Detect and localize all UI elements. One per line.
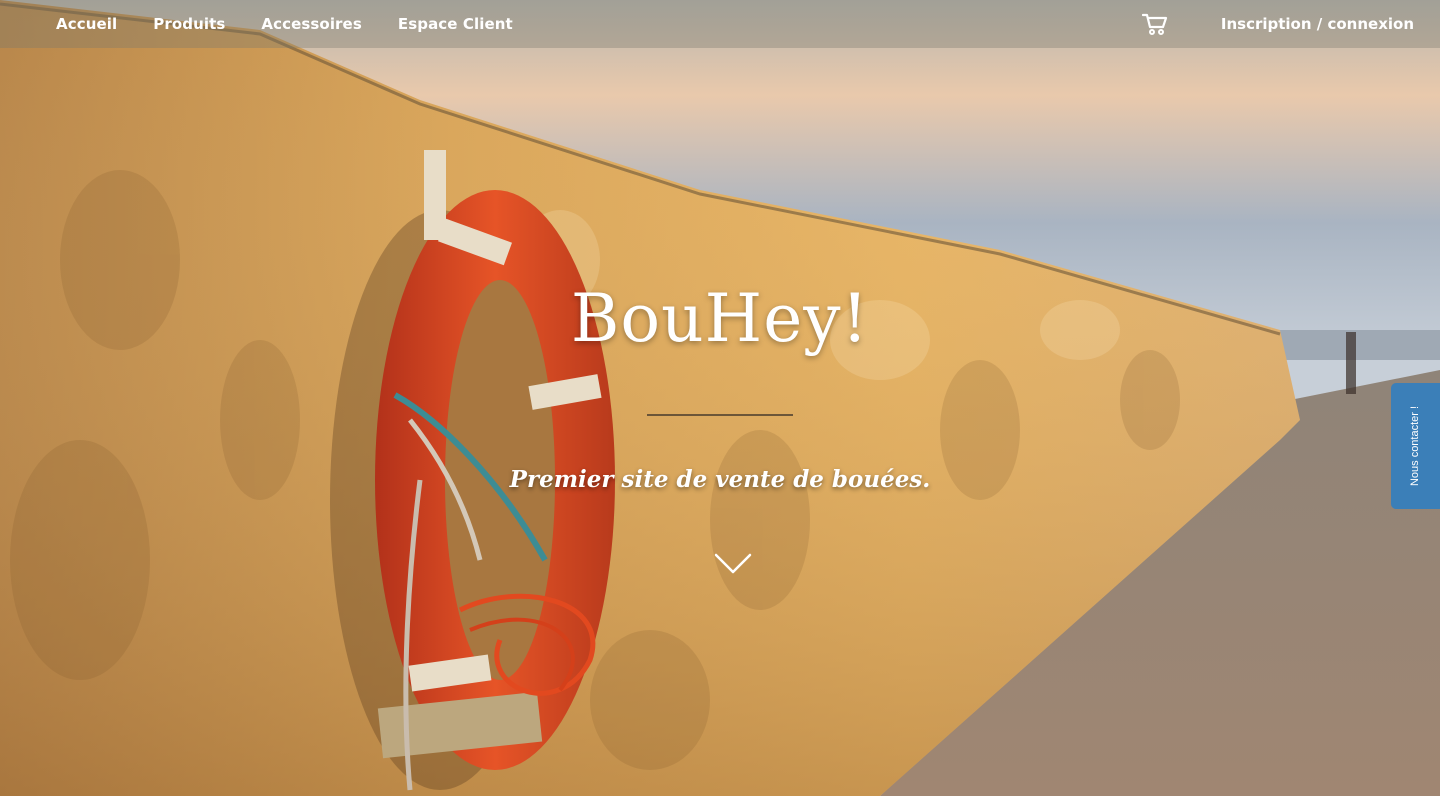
- hero-subtitle: Premier site de vente de bouées.: [509, 466, 931, 493]
- nav-item-accueil[interactable]: Accueil: [38, 15, 135, 33]
- hero-section: BouHey! Premier site de vente de bouées.: [0, 0, 1440, 796]
- chevron-down-icon[interactable]: [713, 550, 753, 578]
- nav-item-espace-client[interactable]: Espace Client: [380, 15, 531, 33]
- page: Accueil Produits Accessoires Espace Clie…: [0, 0, 1440, 796]
- shopping-cart-icon[interactable]: [1141, 10, 1169, 38]
- nav-item-produits[interactable]: Produits: [135, 15, 243, 33]
- contact-us-tab[interactable]: Nous contacter !: [1391, 383, 1440, 509]
- login-signup-link[interactable]: Inscription / connexion: [1221, 15, 1414, 33]
- main-nav: Accueil Produits Accessoires Espace Clie…: [38, 15, 531, 33]
- top-navbar: Accueil Produits Accessoires Espace Clie…: [0, 0, 1440, 48]
- hero-title: BouHey!: [570, 280, 870, 357]
- hero-divider: [647, 414, 793, 416]
- contact-us-label: Nous contacter !: [1409, 405, 1422, 487]
- nav-item-accessoires[interactable]: Accessoires: [243, 15, 379, 33]
- nav-right: Inscription / connexion: [1141, 10, 1414, 38]
